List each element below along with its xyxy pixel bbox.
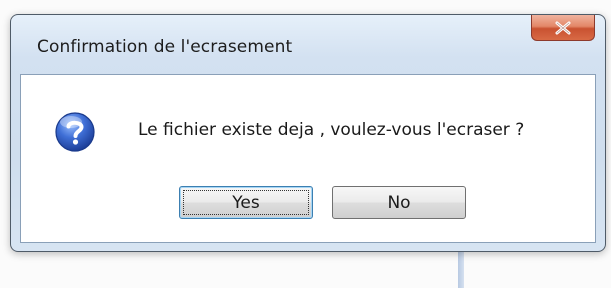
close-icon (554, 21, 572, 35)
question-icon (54, 111, 96, 153)
background-divider (458, 248, 464, 288)
yes-button[interactable]: Yes (179, 186, 313, 219)
dialog-message: Le fichier existe deja , voulez-vous l'e… (138, 120, 525, 140)
confirmation-dialog: Confirmation de l'ecrasement Le fichier … (10, 14, 606, 252)
dialog-title: Confirmation de l'ecrasement (37, 37, 293, 57)
close-button[interactable] (531, 15, 595, 41)
yes-button-label: Yes (232, 192, 260, 213)
no-button[interactable]: No (332, 186, 466, 219)
dialog-body: Le fichier existe deja , voulez-vous l'e… (20, 74, 596, 243)
no-button-label: No (387, 192, 411, 213)
screen: Confirmation de l'ecrasement Le fichier … (0, 0, 611, 288)
